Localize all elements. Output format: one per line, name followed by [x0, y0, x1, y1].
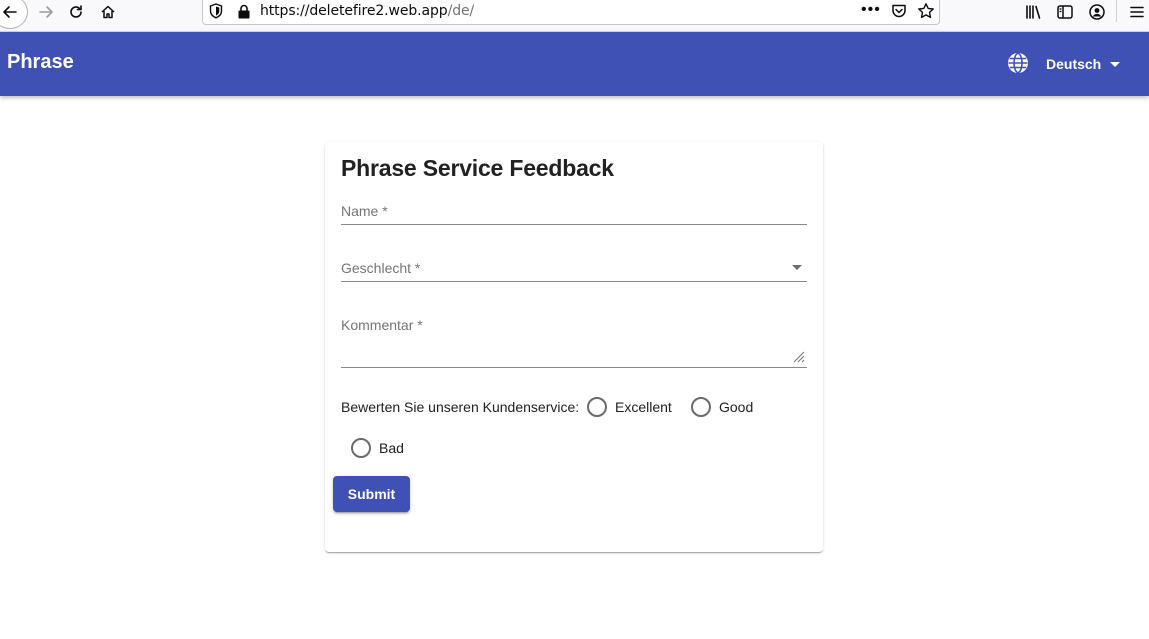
shield-icon[interactable] — [209, 3, 223, 19]
url-text[interactable]: https://deletefire2.web.app/de/ — [260, 3, 474, 19]
gender-input[interactable] — [341, 254, 807, 280]
home-button[interactable] — [94, 0, 122, 24]
back-button[interactable] — [0, 0, 28, 29]
language-select[interactable]: Deutsch — [1046, 54, 1121, 74]
menu-icon[interactable] — [1128, 3, 1146, 21]
back-arrow-icon — [3, 6, 17, 18]
form-title: Phrase Service Feedback — [341, 155, 614, 181]
home-icon — [101, 5, 115, 19]
radio-good-label: Good — [719, 399, 754, 415]
library-icon[interactable] — [1024, 3, 1042, 21]
reload-icon — [70, 5, 82, 18]
radio-bad[interactable]: Bad — [351, 438, 404, 458]
name-input[interactable] — [341, 198, 807, 224]
bookmark-star-icon[interactable] — [917, 2, 935, 20]
pocket-icon[interactable] — [891, 3, 907, 19]
comment-field[interactable]: Kommentar * — [341, 312, 807, 372]
url-path: /de/ — [447, 3, 475, 19]
reload-button[interactable] — [62, 0, 90, 24]
radio-bad-label: Bad — [379, 440, 404, 456]
chevron-down-icon — [1110, 61, 1121, 67]
radio-good[interactable]: Good — [691, 397, 753, 417]
url-host: https://deletefire2.web.app — [260, 3, 448, 19]
comment-textarea[interactable] — [341, 312, 807, 366]
radio-excellent-label: Excellent — [615, 399, 672, 415]
radio-circle[interactable] — [691, 397, 711, 417]
language-label: Deutsch — [1046, 56, 1102, 72]
radio-excellent[interactable]: Excellent — [587, 397, 672, 417]
resize-handle-icon[interactable] — [792, 350, 805, 363]
toolbar-separator — [1116, 0, 1117, 22]
page-actions-button[interactable]: ••• — [861, 1, 881, 19]
feedback-card: Phrase Service Feedback Name * Geschlech… — [325, 142, 823, 552]
forward-button[interactable] — [32, 0, 60, 24]
chevron-down-icon[interactable] — [792, 265, 802, 270]
radio-circle[interactable] — [351, 438, 371, 458]
radio-circle[interactable] — [587, 397, 607, 417]
submit-button[interactable]: Submit — [333, 476, 410, 512]
forward-arrow-icon — [39, 6, 53, 18]
sidebar-icon[interactable] — [1056, 3, 1074, 21]
gender-underline — [341, 281, 807, 282]
gender-select[interactable]: Geschlecht * — [341, 254, 807, 284]
name-field[interactable]: Name * — [341, 198, 807, 226]
name-underline — [341, 224, 807, 225]
lock-icon[interactable] — [237, 4, 251, 19]
browser-toolbar: https://deletefire2.web.app/de/ ••• — [0, 0, 1149, 32]
account-icon[interactable] — [1088, 3, 1106, 21]
app-bar: Phrase Deutsch — [0, 32, 1149, 96]
url-bar[interactable]: https://deletefire2.web.app/de/ ••• — [202, 0, 940, 25]
rating-label: Bewerten Sie unseren Kundenservice: — [341, 399, 580, 415]
globe-icon[interactable] — [1007, 52, 1029, 74]
app-title[interactable]: Phrase — [7, 51, 74, 74]
comment-underline — [341, 367, 807, 368]
